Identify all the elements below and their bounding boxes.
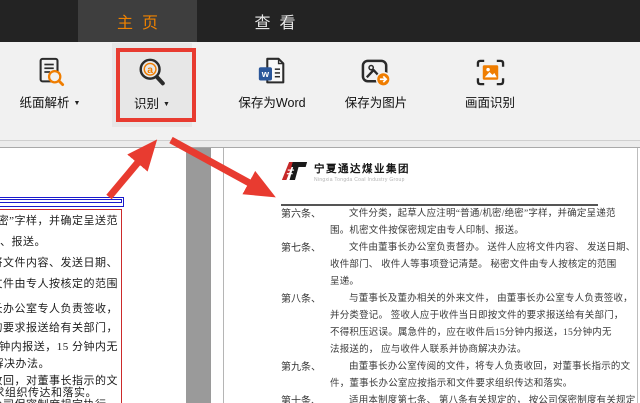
article-label: 第八条、 (281, 294, 321, 305)
doc-text-line: 秘密文件由专人按核定的范围 (0, 278, 118, 290)
page-gap-divider[interactable] (186, 148, 211, 403)
article-7: 第七条、 文件由董事长办公室负责督办。 送件人应将文件内容、 发送日期、 收件部… (281, 240, 637, 291)
doc-text-line: 制、报送。 (0, 236, 46, 248)
article-label: 第六条、 (281, 209, 321, 220)
tab-home[interactable]: 主页 (78, 0, 197, 42)
article-label: 第七条、 (281, 243, 321, 254)
preview-page[interactable]: 宁夏通达煤业集团 Ningxia Tongda Coal Industry Gr… (223, 148, 640, 403)
screen-recognize-label: 画面识别 (464, 96, 515, 110)
save-as-word-label: 保存为Word (238, 96, 306, 110)
ocr-app-window: { "tabs": { "home": "主页", "view": "查看" }… (0, 0, 640, 403)
doc-text-line: 解决办法。 (0, 358, 50, 370)
doc-text-line: 密/绝密”字样，并确定呈送范 (0, 215, 118, 227)
save-as-image-label: 保存为图片 (344, 96, 408, 110)
company-name: 宁夏通达煤业集团 (314, 163, 410, 175)
article-line: 文件由董事长办公室负责督办。 送件人应将文件内容、 发送日期、 (349, 243, 636, 253)
recognize-label: 识别 ▼ (134, 97, 170, 111)
article-line: 文件分类，起草人应注明“普通/机密/绝密”字样，并确定呈递范 (349, 209, 616, 219)
article-line: 法报送的， 应与收件人联系并协商解决办法。 (330, 345, 527, 355)
doc-text-line: 件人应将文件内容、发送日期、 (0, 257, 118, 269)
article-line: 围。机密文件按保密规定由专人印制、报送。 (330, 226, 525, 236)
magnifier-a-icon: a (136, 55, 168, 91)
image-export-icon (360, 54, 393, 90)
chevron-down-icon: ▼ (163, 101, 170, 108)
company-logo: 宁夏通达煤业集团 Ningxia Tongda Coal Industry Gr… (281, 161, 410, 186)
svg-text:a: a (147, 65, 153, 76)
tab-bar: 主页 查看 (0, 0, 640, 42)
paper-analysis-button[interactable]: 纸面解析 ▼ (2, 42, 98, 140)
article-line: 不得积压迟误。属急件的，应在收件后15分钟内报送，15分钟内无 (330, 328, 612, 338)
article-list: 第六条、 文件分类，起草人应注明“普通/机密/绝密”字样，并确定呈递范 围。机密… (281, 206, 637, 403)
doc-text-line: 即按文件的要求报送给有关部门， (0, 322, 118, 334)
company-logo-mark-icon (281, 161, 308, 186)
ocr-region-blue-box (0, 197, 124, 207)
document-search-icon (35, 54, 65, 90)
doc-text-line: 由董事长办公室专人负责签收， (0, 303, 118, 315)
toolbar: 纸面解析 ▼ a 识别 ▼ w 保存为Word 保存为图片 画面识别 (0, 42, 640, 141)
article-line: 收件部门、 收件人等事项登记清楚。 秘密文件由专人按核定的范围 (330, 260, 617, 270)
article-line: 与董事长及董办相关的外来文件， 由董事长办公室专人负责签收， (349, 294, 633, 304)
article-line: 并分类登记。 签收人应于收件当日即按文件的要求报送给有关部门， (330, 311, 624, 321)
article-line: 呈递。 (330, 277, 360, 287)
screen-recognize-button[interactable]: 画面识别 (444, 42, 536, 140)
viewer-right-edge (637, 148, 638, 403)
save-as-image-button[interactable]: 保存为图片 (328, 42, 424, 140)
tab-view[interactable]: 查看 (225, 0, 325, 42)
save-as-word-button[interactable]: w 保存为Word (222, 42, 322, 140)
doc-text-line: 后 15 分钟内报送，15 分钟内无 (0, 341, 118, 353)
chevron-down-icon: ▼ (73, 100, 81, 107)
article-8: 第八条、 与董事长及董办相关的外来文件， 由董事长办公室专人负责签收， 并分类登… (281, 291, 637, 359)
document-viewer: 密/绝密”字样，并确定呈送范 制、报送。 件人应将文件内容、发送日期、 秘密文件… (0, 147, 640, 403)
article-9: 第九条、 由董事长办公室传阅的文件，将专人负责收回，对董事长指示的文 件，董事长… (281, 359, 637, 393)
paper-analysis-label: 纸面解析 ▼ (19, 96, 81, 110)
word-document-icon: w (256, 54, 288, 90)
article-label: 第九条、 (281, 362, 321, 373)
article-6: 第六条、 文件分类，起草人应注明“普通/机密/绝密”字样，并确定呈递范 围。机密… (281, 206, 637, 240)
article-line: 由董事长办公室传阅的文件，将专人负责收回，对董事长指示的文 (349, 362, 631, 372)
original-page[interactable]: 密/绝密”字样，并确定呈送范 制、报送。 件人应将文件内容、发送日期、 秘密文件… (0, 148, 186, 403)
svg-text:w: w (261, 68, 270, 79)
recognize-button[interactable]: a 识别 ▼ (112, 43, 192, 127)
company-name-en: Ningxia Tongda Coal Industry Group (314, 177, 405, 183)
article-line: 件，董事长办公室应按指示和文件要求组织传达和落实。 (330, 379, 573, 389)
screen-capture-image-icon (475, 54, 506, 90)
